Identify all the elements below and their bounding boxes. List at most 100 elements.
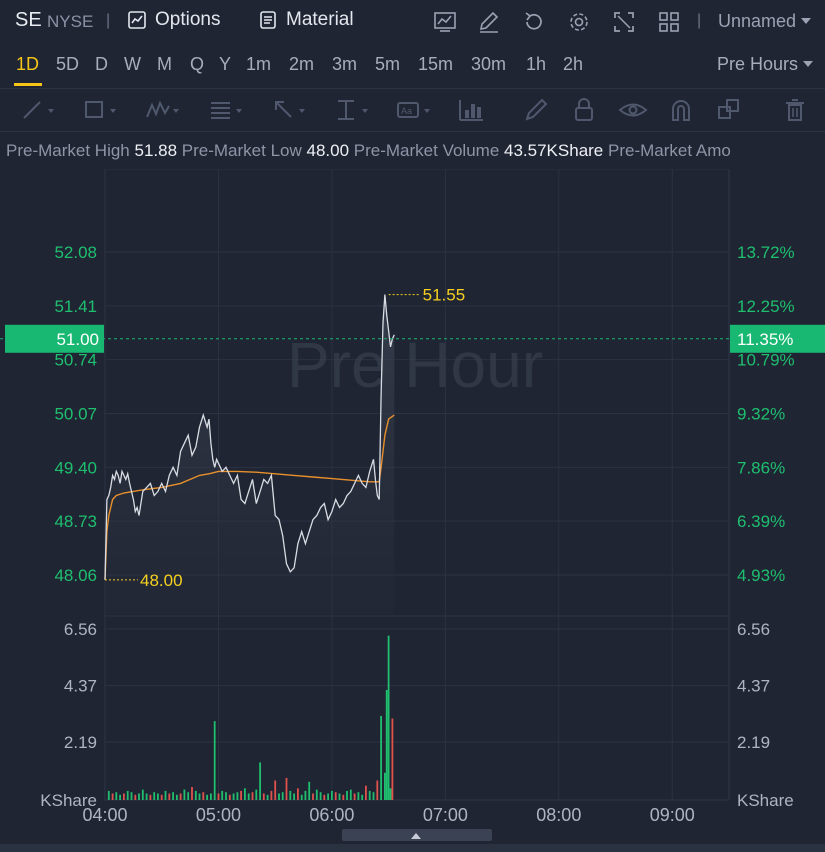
- magnet-icon[interactable]: [668, 97, 702, 123]
- volume-bar: [176, 794, 178, 800]
- material-label: Material: [286, 9, 354, 30]
- percent-tick-label: 4.93%: [737, 566, 785, 585]
- chart-canvas[interactable]: Pre Hour 52.08 51.41 50.74 50.07 49.40 48.73 4…: [0, 168, 825, 834]
- time-tick-label: 06:00: [309, 805, 354, 825]
- volume-bar: [323, 794, 326, 800]
- period-w[interactable]: W: [124, 54, 141, 75]
- period-5m[interactable]: 5m: [375, 54, 400, 75]
- volume-bar: [141, 789, 144, 800]
- pre-market-stats: Pre-Market High 51.88 Pre-Market Low 48.…: [0, 131, 825, 169]
- edit-icon[interactable]: [476, 9, 502, 35]
- volume-tick-label: 6.56: [64, 620, 97, 639]
- volume-bar: [123, 793, 125, 800]
- separator: |: [697, 12, 702, 29]
- volume-bars: [107, 635, 394, 800]
- period-15m[interactable]: 15m: [418, 54, 453, 75]
- trash-icon[interactable]: [782, 97, 816, 123]
- volume-bar: [285, 777, 288, 800]
- volume-bar: [130, 792, 133, 800]
- measure-tool-icon[interactable]: [334, 97, 368, 123]
- price-tick-label: 50.74: [54, 351, 97, 370]
- period-2m[interactable]: 2m: [289, 54, 314, 75]
- volume-bar: [153, 792, 156, 800]
- line-tool-icon[interactable]: [20, 97, 54, 123]
- period-d[interactable]: D: [95, 54, 108, 75]
- volume-label: Pre-Market Volume: [353, 141, 500, 160]
- session-label: Pre Hours: [717, 54, 799, 74]
- volume-bar: [255, 789, 258, 800]
- period-3m[interactable]: 3m: [332, 54, 357, 75]
- volume-bar: [244, 788, 246, 800]
- low-value: 48.00: [306, 141, 350, 160]
- price-chart[interactable]: Pre Hour 52.08 51.41 50.74 50.07 49.40 48.73 4…: [0, 168, 825, 834]
- chevron-up-icon[interactable]: [411, 833, 421, 839]
- volume-bar: [232, 793, 235, 800]
- text-tool-icon[interactable]: Aa: [396, 97, 430, 123]
- ticker-symbol[interactable]: SE: [15, 9, 42, 32]
- bottom-strip: [0, 844, 825, 852]
- period-5d[interactable]: 5D: [56, 54, 79, 75]
- time-tick-label: 04:00: [82, 805, 127, 825]
- period-y[interactable]: Y: [219, 54, 231, 75]
- volume-bar: [168, 793, 171, 800]
- period-30m[interactable]: 30m: [471, 54, 506, 75]
- current-price-label: 51.00: [56, 330, 99, 349]
- arrow-tool-icon[interactable]: [271, 97, 305, 123]
- volume-bar: [334, 792, 337, 800]
- volume-bar: [349, 789, 352, 800]
- period-1m[interactable]: 1m: [246, 54, 271, 75]
- material-button[interactable]: Material: [258, 9, 354, 31]
- volume-bar: [240, 790, 242, 800]
- volume-bar: [368, 790, 371, 800]
- grid-icon[interactable]: [656, 9, 682, 35]
- volume-bar: [380, 715, 382, 800]
- expand-icon[interactable]: [611, 9, 637, 35]
- eye-icon[interactable]: [618, 97, 652, 123]
- pen-icon[interactable]: [522, 97, 556, 123]
- volume-bar: [387, 635, 390, 800]
- period-q[interactable]: Q: [190, 54, 204, 75]
- volume-bar: [187, 792, 190, 800]
- volume-bar: [259, 762, 261, 800]
- volume-bar: [376, 780, 379, 800]
- session-dropdown[interactable]: Pre Hours: [717, 54, 814, 75]
- separator: |: [106, 12, 111, 29]
- time-tick-label: 07:00: [423, 805, 468, 825]
- pattern-tool-icon[interactable]: [145, 97, 179, 123]
- volume-bar: [319, 792, 322, 800]
- volume-bar: [115, 792, 118, 800]
- price-tick-label: 49.40: [54, 458, 97, 477]
- rectangle-tool-icon[interactable]: [82, 97, 116, 123]
- volume-bar: [289, 790, 292, 800]
- layout-name-dropdown[interactable]: Unnamed: [718, 11, 812, 32]
- volume-bar: [179, 793, 182, 800]
- volume-bar: [327, 793, 329, 800]
- document-icon: [260, 11, 276, 29]
- low-label: Pre-Market Low: [181, 141, 302, 160]
- high-marker-label: 51.55: [423, 286, 466, 305]
- options-button[interactable]: Options: [127, 9, 220, 31]
- volume-bar: [111, 793, 114, 800]
- percent-tick-label: 10.79%: [737, 351, 795, 370]
- gear-icon[interactable]: [566, 9, 592, 35]
- volume-bar: [293, 793, 295, 800]
- chart-icon[interactable]: [432, 9, 458, 35]
- indicator-tool-icon[interactable]: [457, 97, 491, 123]
- period-m[interactable]: M: [157, 54, 172, 75]
- exchange-label: NYSE: [47, 12, 94, 31]
- layers-icon[interactable]: [716, 97, 750, 123]
- price-tick-label: 52.08: [54, 243, 97, 262]
- fib-tool-icon[interactable]: [208, 97, 242, 123]
- volume-tick-label: 4.37: [64, 677, 97, 696]
- period-1h[interactable]: 1h: [526, 54, 546, 75]
- volume-bar: [308, 781, 311, 800]
- volume-bar: [372, 792, 375, 800]
- refresh-icon[interactable]: [521, 9, 547, 35]
- volume-bar: [353, 793, 356, 800]
- volume-bar: [202, 792, 205, 800]
- percent-tick-label: 6.39%: [737, 512, 785, 531]
- lock-icon[interactable]: [570, 97, 604, 123]
- period-1d[interactable]: 1D: [16, 54, 39, 75]
- volume-bar: [198, 793, 201, 800]
- period-2h[interactable]: 2h: [563, 54, 583, 75]
